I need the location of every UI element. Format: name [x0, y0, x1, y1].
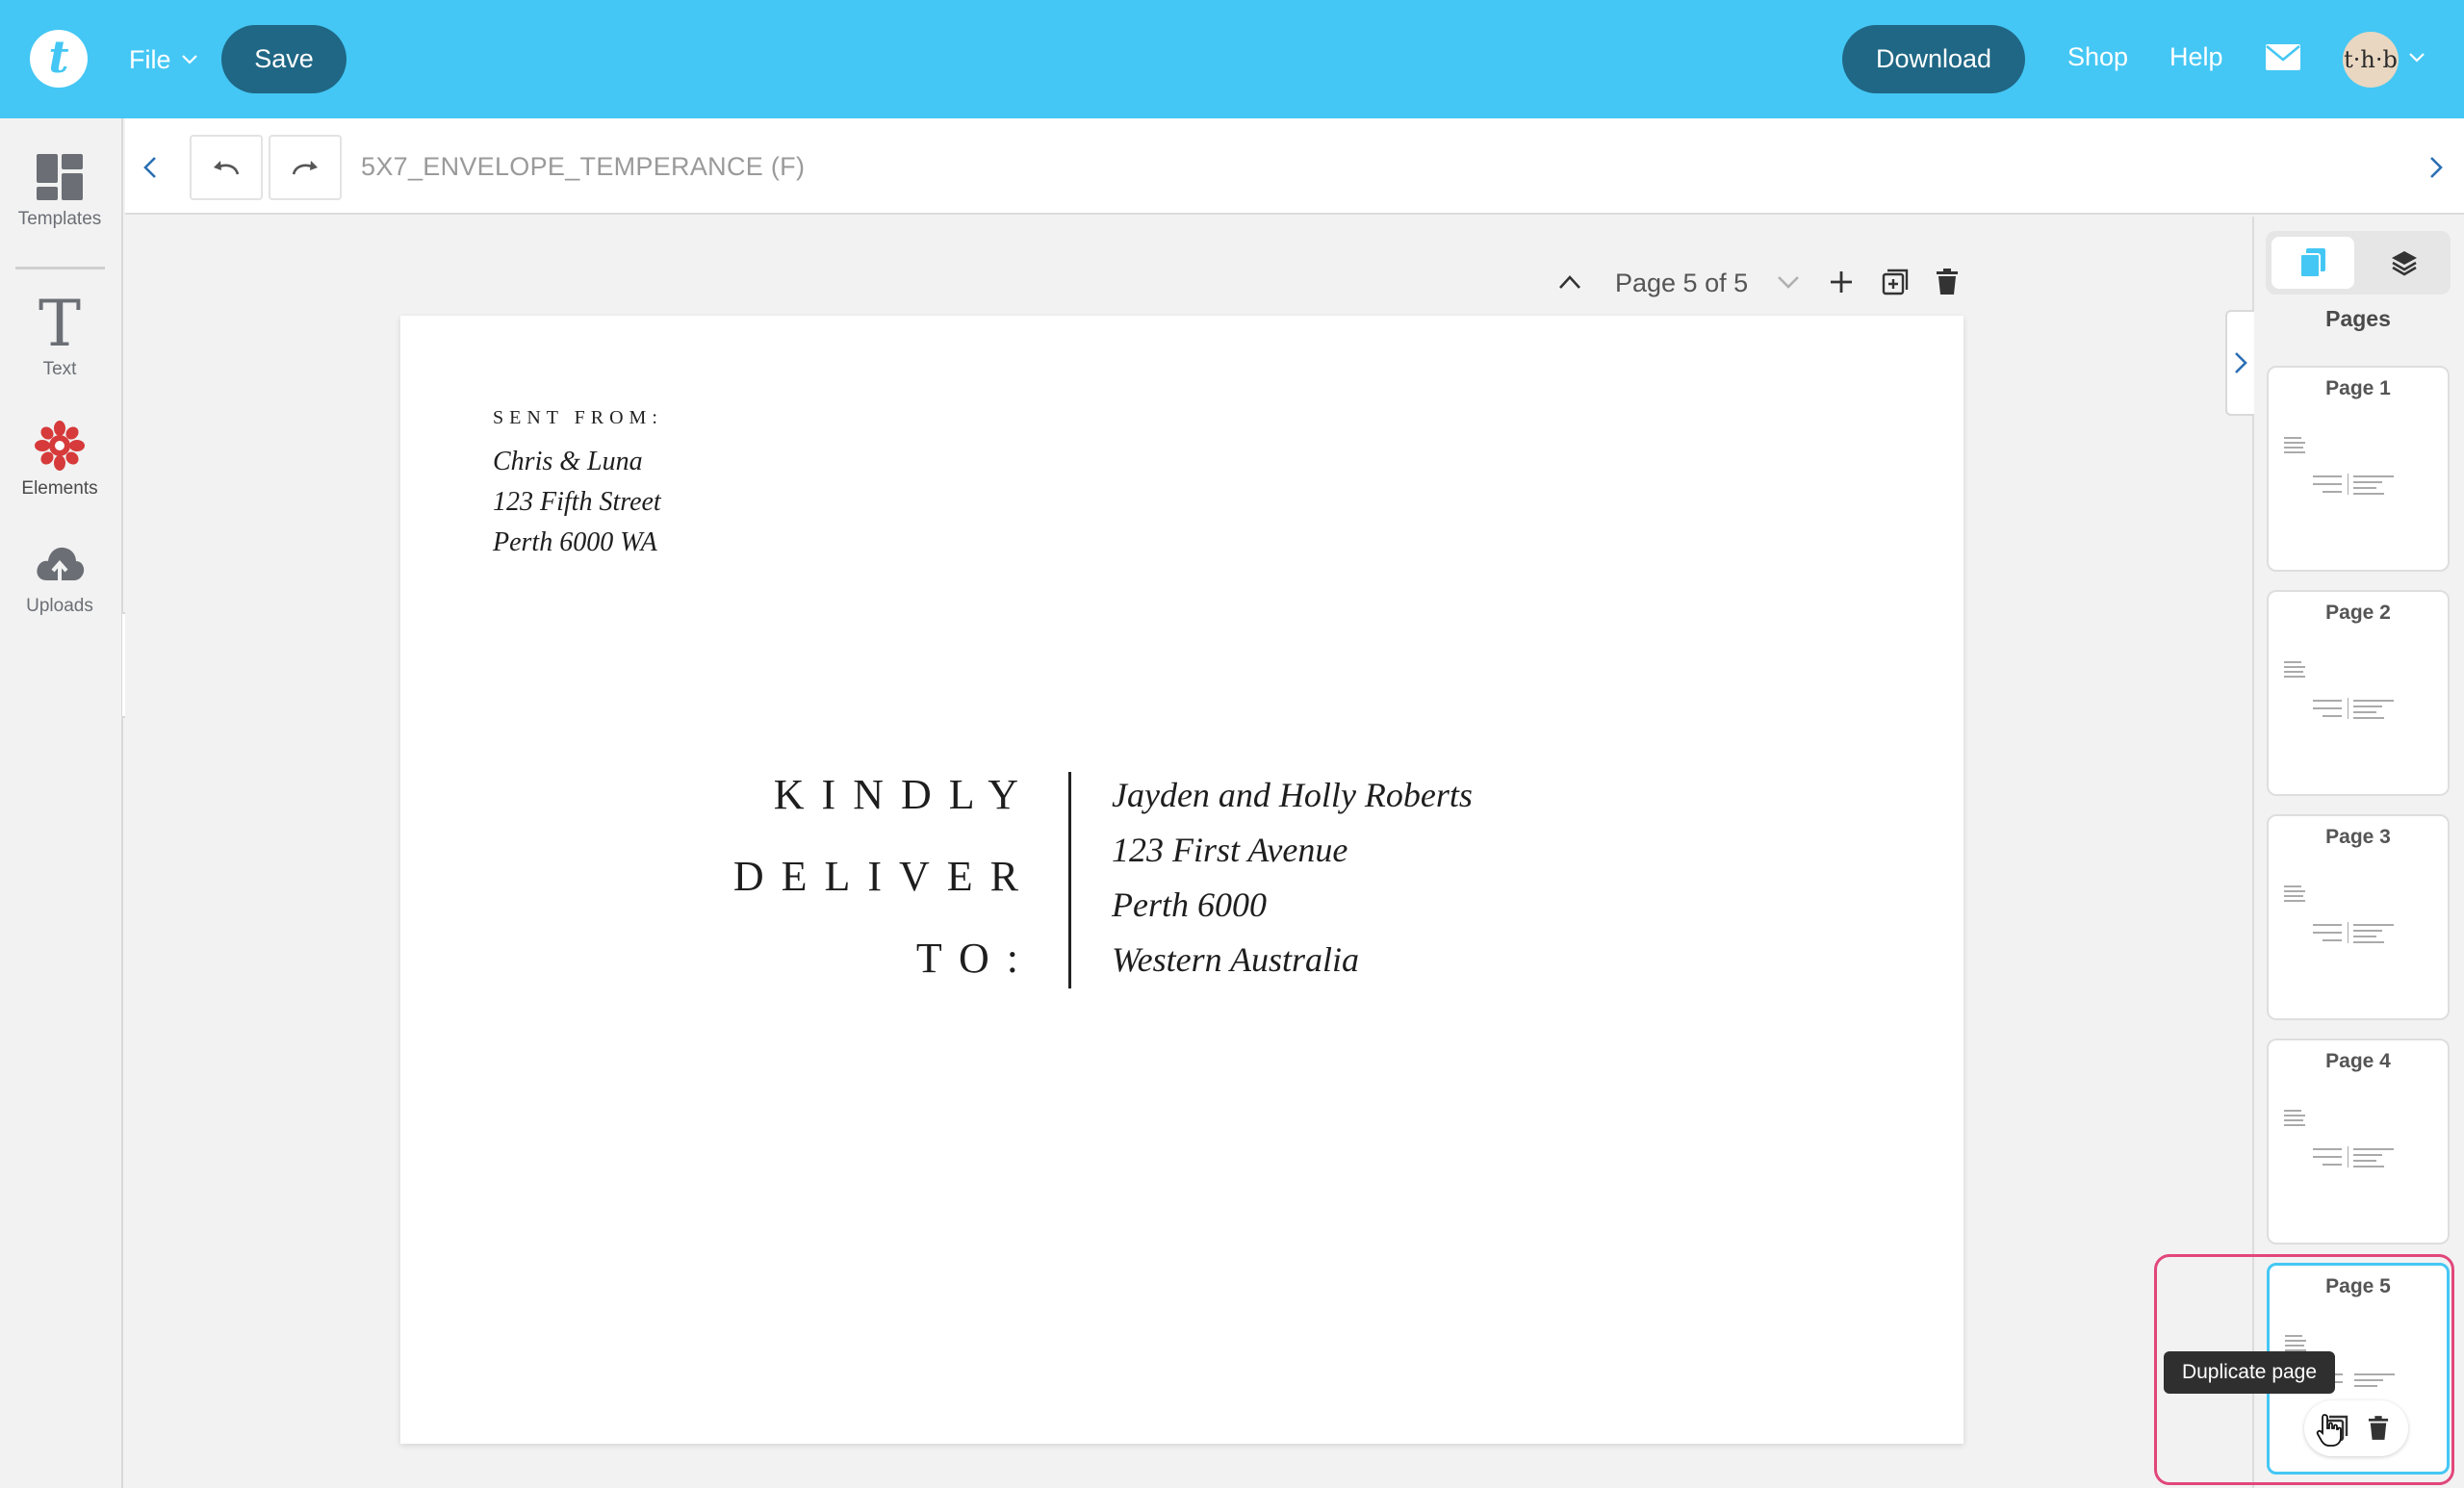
- duplicate-page-icon[interactable]: [1882, 269, 1909, 295]
- app-logo[interactable]: t: [30, 30, 88, 88]
- elements-flower-icon: [35, 421, 85, 471]
- chevron-left-icon[interactable]: [142, 155, 158, 180]
- recipient-street[interactable]: 123 First Avenue: [1112, 830, 1348, 870]
- sent-from-heading[interactable]: SENT FROM:: [493, 407, 663, 429]
- sender-name[interactable]: Chris & Luna: [493, 447, 643, 477]
- add-page-icon[interactable]: [1829, 269, 1854, 295]
- address-divider-line: [1068, 772, 1071, 988]
- chevron-up-icon[interactable]: [1557, 273, 1582, 291]
- duplicate-page-tooltip: Duplicate page: [2164, 1351, 2335, 1394]
- envelope-page[interactable]: [400, 316, 1964, 1444]
- recipient-region[interactable]: Western Australia: [1112, 939, 1359, 980]
- recipient-city[interactable]: Perth 6000: [1112, 885, 1267, 925]
- pages-title: Pages: [2325, 306, 2391, 331]
- tool-rail: Templates T Text Elements Uploads: [0, 118, 123, 1488]
- page-indicator: Page 5 of 5: [1615, 269, 1749, 297]
- thumb-label: Page 4: [2325, 1050, 2391, 1072]
- rail-label: Elements: [21, 478, 98, 499]
- thumb-preview: [2284, 437, 2394, 495]
- thumb-preview: [2284, 661, 2394, 719]
- deliver-word-kindly[interactable]: KINDLY: [774, 770, 1036, 819]
- chevron-right-icon[interactable]: [2428, 155, 2444, 180]
- page-thumbnail-1[interactable]: Page 1: [2267, 366, 2450, 572]
- chevron-down-icon: [1778, 276, 1799, 289]
- rail-item-elements[interactable]: Elements: [0, 421, 119, 500]
- rail-divider: [15, 267, 105, 269]
- sender-city[interactable]: Perth 6000 WA: [493, 527, 657, 558]
- panel-collapse-toggle[interactable]: [2225, 310, 2254, 416]
- templates-grid-icon: [37, 154, 83, 200]
- thumb-label: Page 2: [2325, 602, 2391, 624]
- file-menu[interactable]: File: [129, 38, 198, 81]
- recipient-name[interactable]: Jayden and Holly Roberts: [1112, 775, 1473, 815]
- deliver-word-to[interactable]: TO:: [916, 934, 1036, 983]
- rail-item-templates[interactable]: Templates: [0, 153, 119, 230]
- help-link[interactable]: Help: [2169, 42, 2223, 72]
- page-thumbnail-3[interactable]: Page 3: [2267, 814, 2450, 1020]
- pages-icon: [2299, 248, 2325, 278]
- upload-cloud-icon: [37, 547, 85, 582]
- document-title[interactable]: 5X7_ENVELOPE_TEMPERANCE (F): [361, 152, 805, 182]
- redo-icon: [292, 161, 318, 175]
- chevron-right-icon: [2235, 352, 2247, 373]
- tab-layers[interactable]: [2363, 237, 2446, 289]
- sender-street[interactable]: 123 Fifth Street: [493, 487, 661, 518]
- text-T-icon: T: [38, 287, 82, 361]
- thumb-label: Page 3: [2325, 826, 2391, 848]
- rail-item-text[interactable]: T Text: [0, 287, 119, 380]
- chevron-down-icon: [181, 55, 197, 64]
- tab-pages[interactable]: [2272, 237, 2354, 289]
- delete-page-icon[interactable]: [2368, 1415, 2389, 1442]
- chevron-down-icon[interactable]: [2406, 46, 2427, 67]
- layers-icon: [2392, 251, 2417, 276]
- thumb-label: Page 1: [2325, 377, 2391, 399]
- avatar-text: t·h·b: [2344, 46, 2398, 73]
- redo-button[interactable]: [269, 135, 342, 200]
- undo-button[interactable]: [190, 135, 263, 200]
- rail-label: Uploads: [26, 596, 93, 616]
- page-thumbnail-4[interactable]: Page 4: [2267, 1039, 2450, 1244]
- deliver-word-deliver[interactable]: DELIVER: [733, 852, 1036, 901]
- thumb-preview: [2284, 885, 2394, 943]
- save-button[interactable]: Save: [221, 25, 346, 93]
- undo-icon: [214, 161, 240, 175]
- rail-item-uploads[interactable]: Uploads: [0, 542, 119, 617]
- shop-link[interactable]: Shop: [2067, 42, 2128, 72]
- page-thumbnail-2[interactable]: Page 2: [2267, 590, 2450, 796]
- download-button[interactable]: Download: [1842, 25, 2025, 93]
- hand-cursor-icon: [2316, 1414, 2342, 1447]
- delete-page-icon[interactable]: [1936, 269, 1959, 295]
- thumb-preview: [2284, 1110, 2394, 1167]
- rail-label: Text: [42, 359, 77, 379]
- rail-label: Templates: [17, 209, 102, 229]
- avatar[interactable]: t·h·b: [2343, 32, 2399, 88]
- top-bar: t File Save Download Shop Help t·h·b: [0, 0, 2464, 118]
- logo-letter: t: [48, 31, 69, 83]
- file-menu-label: File: [129, 44, 171, 74]
- mail-icon[interactable]: [2265, 43, 2301, 71]
